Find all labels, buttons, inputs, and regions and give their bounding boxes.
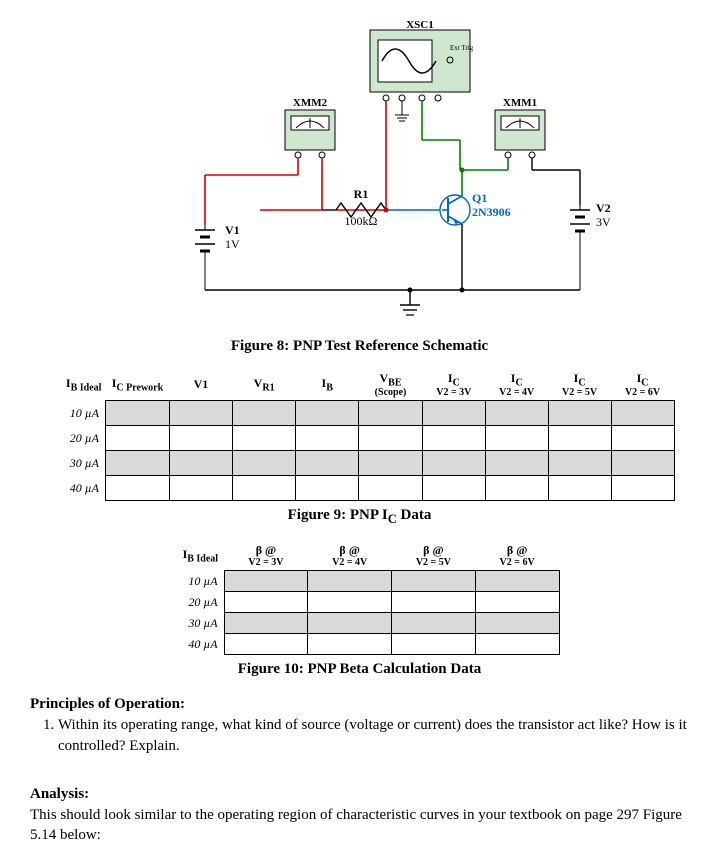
table-beta-data: IB Ideal β @V2 = 3V β @V2 = 4V β @V2 = 5… bbox=[160, 541, 560, 655]
q1-name: Q1 bbox=[472, 191, 487, 205]
meter-right-label: XMM1 bbox=[502, 97, 536, 109]
figure8-caption: Figure 8: PNP Test Reference Schematic bbox=[30, 338, 689, 355]
table-ic-data: IB Ideal IC Prework V1 VR1 IB VBE(Scope)… bbox=[45, 369, 675, 501]
v2-name: V2 bbox=[596, 201, 610, 215]
figure10-caption: Figure 10: PNP Beta Calculation Data bbox=[30, 661, 689, 678]
principles-list: Within its operating range, what kind of… bbox=[58, 715, 689, 756]
source-v1: V1 1V bbox=[195, 223, 240, 290]
r1-value: 100kΩ bbox=[344, 214, 377, 228]
figure9-caption: Figure 9: PNP IC Data bbox=[30, 507, 689, 527]
schematic-figure: XSC1 Ext Trig XMM2 XMM1 bbox=[100, 20, 620, 330]
analysis-body: This should look similar to the operatin… bbox=[30, 805, 689, 846]
source-v2: V2 3V bbox=[570, 201, 610, 290]
scope-label: XSC1 bbox=[406, 20, 434, 31]
scope-trig: Ext Trig bbox=[450, 44, 474, 52]
schematic-svg: XSC1 Ext Trig XMM2 XMM1 bbox=[110, 20, 610, 330]
v1-name: V1 bbox=[225, 223, 240, 237]
principles-heading: Principles of Operation: bbox=[30, 696, 689, 713]
r1-name: R1 bbox=[353, 187, 368, 201]
v2-value: 3V bbox=[596, 215, 610, 229]
analysis-heading: Analysis: bbox=[30, 786, 689, 803]
v1-value: 1V bbox=[225, 237, 240, 251]
ground-symbol bbox=[400, 290, 420, 315]
resistor-r1: R1 100kΩ bbox=[322, 187, 410, 228]
q1-part: 2N3906 bbox=[472, 205, 511, 219]
principles-q1: Within its operating range, what kind of… bbox=[58, 715, 689, 756]
transistor-q1: Q1 2N3906 bbox=[440, 191, 511, 225]
meter-left-label: XMM2 bbox=[292, 97, 327, 109]
